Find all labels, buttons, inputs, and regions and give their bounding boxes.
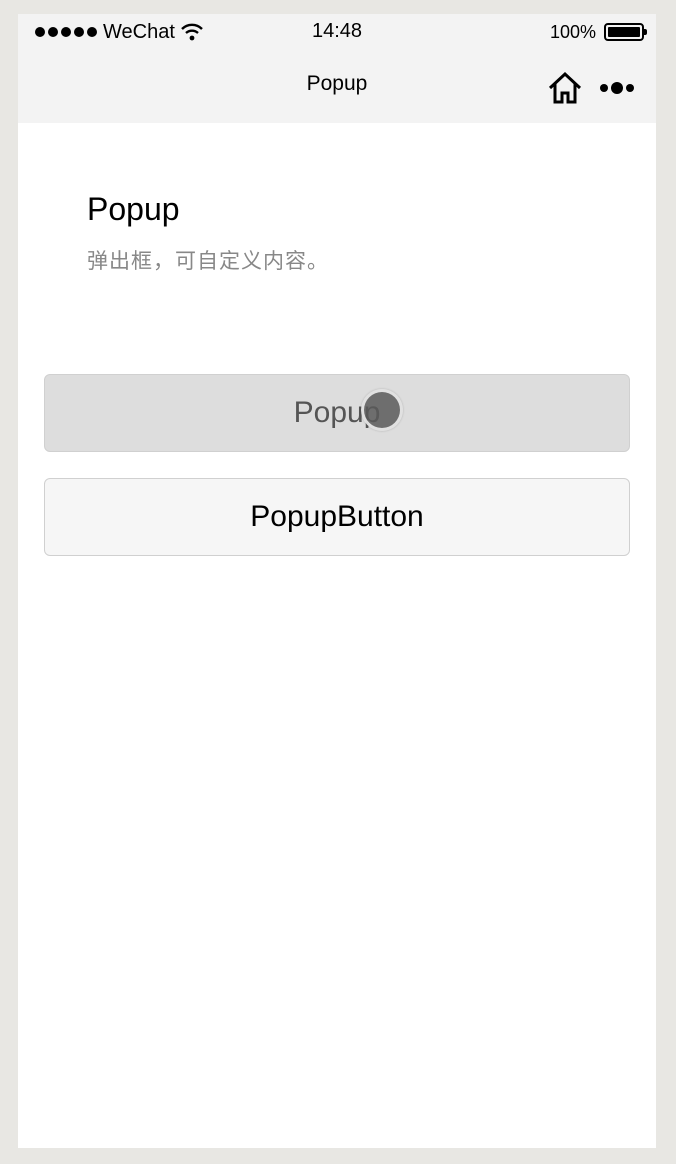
battery-status: 100% <box>549 21 647 43</box>
home-icon[interactable] <box>546 70 584 106</box>
popupbutton-button[interactable]: PopupButton <box>44 478 630 556</box>
popup-button[interactable]: Popup <box>44 374 630 452</box>
touch-indicator <box>361 389 403 431</box>
page-title: Popup <box>87 191 180 227</box>
popupbutton-button-label: PopupButton <box>250 500 424 533</box>
more-dots-icon[interactable] <box>600 78 640 98</box>
battery-icon <box>604 23 647 41</box>
phone-screen: WeChat 14:48 100% Popup Popup 弹出框，可自定义内容… <box>18 14 656 1148</box>
navigation-bar: Popup <box>18 50 656 123</box>
battery-percent: 100% <box>549 21 596 42</box>
page-description: 弹出框，可自定义内容。 <box>87 250 329 273</box>
status-bar: WeChat 14:48 100% <box>18 14 656 50</box>
